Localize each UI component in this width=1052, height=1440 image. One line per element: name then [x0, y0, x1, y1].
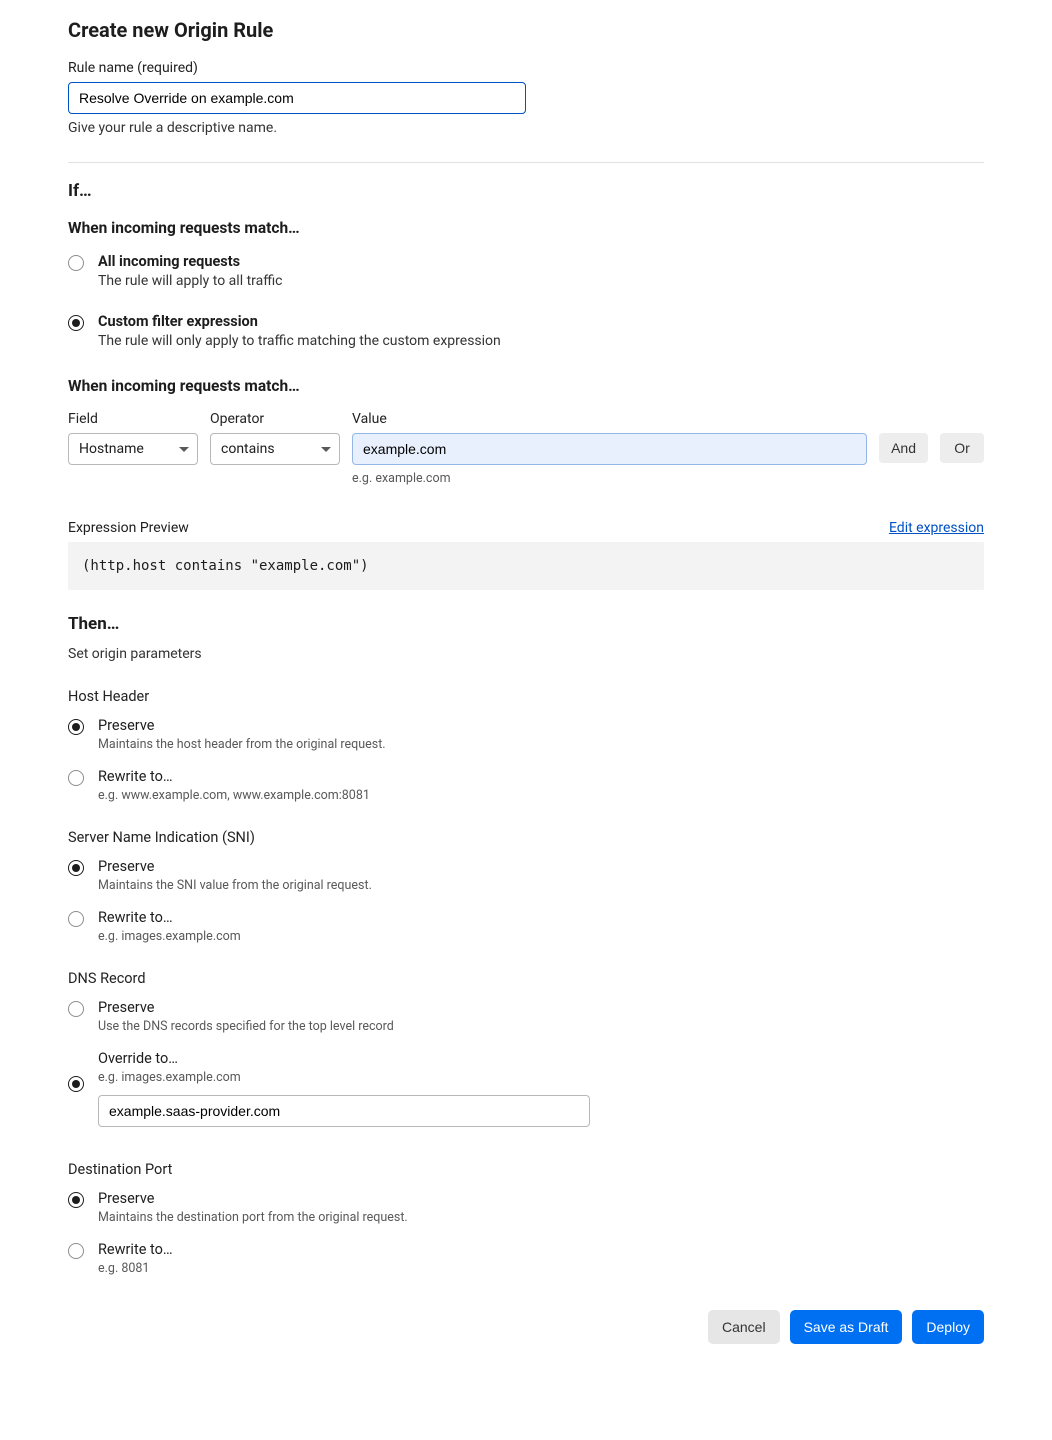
- hh-rewrite-desc: e.g. www.example.com, www.example.com:80…: [98, 788, 984, 803]
- dns-preserve-desc: Use the DNS records specified for the to…: [98, 1019, 984, 1034]
- dns-override[interactable]: Override to… e.g. images.example.com: [68, 1050, 984, 1127]
- port-preserve[interactable]: Preserve Maintains the destination port …: [68, 1190, 984, 1225]
- expression-preview-header: Expression Preview Edit expression: [68, 520, 984, 536]
- cancel-button[interactable]: Cancel: [708, 1310, 780, 1344]
- port-rewrite-title: Rewrite to…: [98, 1241, 984, 1258]
- sni-rewrite[interactable]: Rewrite to… e.g. images.example.com: [68, 909, 984, 944]
- dns-preserve[interactable]: Preserve Use the DNS records specified f…: [68, 999, 984, 1034]
- then-sub: Set origin parameters: [68, 646, 984, 662]
- operator-select[interactable]: contains: [210, 433, 340, 465]
- page-title: Create new Origin Rule: [68, 18, 984, 42]
- rule-name-helper: Give your rule a descriptive name.: [68, 120, 526, 136]
- radio-icon: [68, 255, 84, 271]
- host-header-preserve[interactable]: Preserve Maintains the host header from …: [68, 717, 984, 752]
- field-select-value: Hostname: [79, 441, 144, 457]
- save-draft-button[interactable]: Save as Draft: [790, 1310, 903, 1344]
- hh-preserve-desc: Maintains the host header from the origi…: [98, 737, 984, 752]
- sni-rewrite-title: Rewrite to…: [98, 909, 984, 926]
- sni-preserve-title: Preserve: [98, 858, 984, 875]
- radio-icon: [68, 770, 84, 786]
- footer-buttons: Cancel Save as Draft Deploy: [68, 1310, 984, 1344]
- value-hint: e.g. example.com: [352, 471, 867, 486]
- radio-all-incoming[interactable]: All incoming requests The rule will appl…: [68, 253, 984, 289]
- operator-col: Operator contains: [210, 411, 340, 465]
- operator-select-value: contains: [221, 441, 275, 457]
- dns-title: DNS Record: [68, 970, 984, 987]
- rule-name-input[interactable]: [68, 82, 526, 114]
- value-col: Value e.g. example.com: [352, 411, 867, 486]
- expression-preview-code: (http.host contains "example.com"): [68, 542, 984, 590]
- radio-icon: [68, 1192, 84, 1208]
- or-button[interactable]: Or: [940, 433, 984, 463]
- field-label: Field: [68, 411, 198, 427]
- dns-override-title: Override to…: [98, 1050, 984, 1067]
- chevron-down-icon: [179, 447, 189, 452]
- if-heading: If…: [68, 181, 984, 201]
- radio-all-desc: The rule will apply to all traffic: [98, 273, 984, 289]
- dns-override-desc: e.g. images.example.com: [98, 1070, 984, 1085]
- dns-preserve-title: Preserve: [98, 999, 984, 1016]
- divider: [68, 162, 984, 163]
- radio-custom-title: Custom filter expression: [98, 313, 984, 330]
- rule-name-group: Rule name (required) Give your rule a de…: [68, 60, 526, 136]
- then-heading: Then…: [68, 614, 984, 634]
- host-header-title: Host Header: [68, 688, 984, 705]
- field-col: Field Hostname: [68, 411, 198, 465]
- port-rewrite-desc: e.g. 8081: [98, 1261, 984, 1276]
- port-preserve-desc: Maintains the destination port from the …: [98, 1210, 984, 1225]
- radio-icon: [68, 315, 84, 331]
- builder-heading: When incoming requests match…: [68, 377, 984, 395]
- expression-preview-label: Expression Preview: [68, 520, 189, 536]
- expression-builder: Field Hostname Operator contains Value e…: [68, 411, 984, 486]
- radio-all-title: All incoming requests: [98, 253, 984, 270]
- field-select[interactable]: Hostname: [68, 433, 198, 465]
- port-preserve-title: Preserve: [98, 1190, 984, 1207]
- hh-rewrite-title: Rewrite to…: [98, 768, 984, 785]
- radio-icon: [68, 860, 84, 876]
- value-input[interactable]: [352, 433, 867, 465]
- and-button[interactable]: And: [879, 433, 928, 463]
- hh-preserve-title: Preserve: [98, 717, 984, 734]
- if-match-heading: When incoming requests match…: [68, 219, 984, 237]
- port-rewrite[interactable]: Rewrite to… e.g. 8081: [68, 1241, 984, 1276]
- page: Create new Origin Rule Rule name (requir…: [52, 0, 1000, 1424]
- logic-buttons: And Or: [879, 411, 984, 463]
- radio-icon: [68, 1243, 84, 1259]
- radio-custom-expression[interactable]: Custom filter expression The rule will o…: [68, 313, 984, 349]
- sni-preserve-desc: Maintains the SNI value from the origina…: [98, 878, 984, 893]
- radio-icon: [68, 1076, 84, 1092]
- port-title: Destination Port: [68, 1161, 984, 1178]
- deploy-button[interactable]: Deploy: [912, 1310, 984, 1344]
- dns-override-input[interactable]: [98, 1095, 590, 1127]
- radio-icon: [68, 911, 84, 927]
- operator-label: Operator: [210, 411, 340, 427]
- radio-icon: [68, 1001, 84, 1017]
- edit-expression-link[interactable]: Edit expression: [889, 520, 984, 536]
- radio-icon: [68, 719, 84, 735]
- sni-title: Server Name Indication (SNI): [68, 829, 984, 846]
- value-label: Value: [352, 411, 867, 427]
- sni-rewrite-desc: e.g. images.example.com: [98, 929, 984, 944]
- host-header-rewrite[interactable]: Rewrite to… e.g. www.example.com, www.ex…: [68, 768, 984, 803]
- rule-name-label: Rule name (required): [68, 60, 526, 76]
- chevron-down-icon: [321, 447, 331, 452]
- radio-custom-desc: The rule will only apply to traffic matc…: [98, 333, 984, 349]
- sni-preserve[interactable]: Preserve Maintains the SNI value from th…: [68, 858, 984, 893]
